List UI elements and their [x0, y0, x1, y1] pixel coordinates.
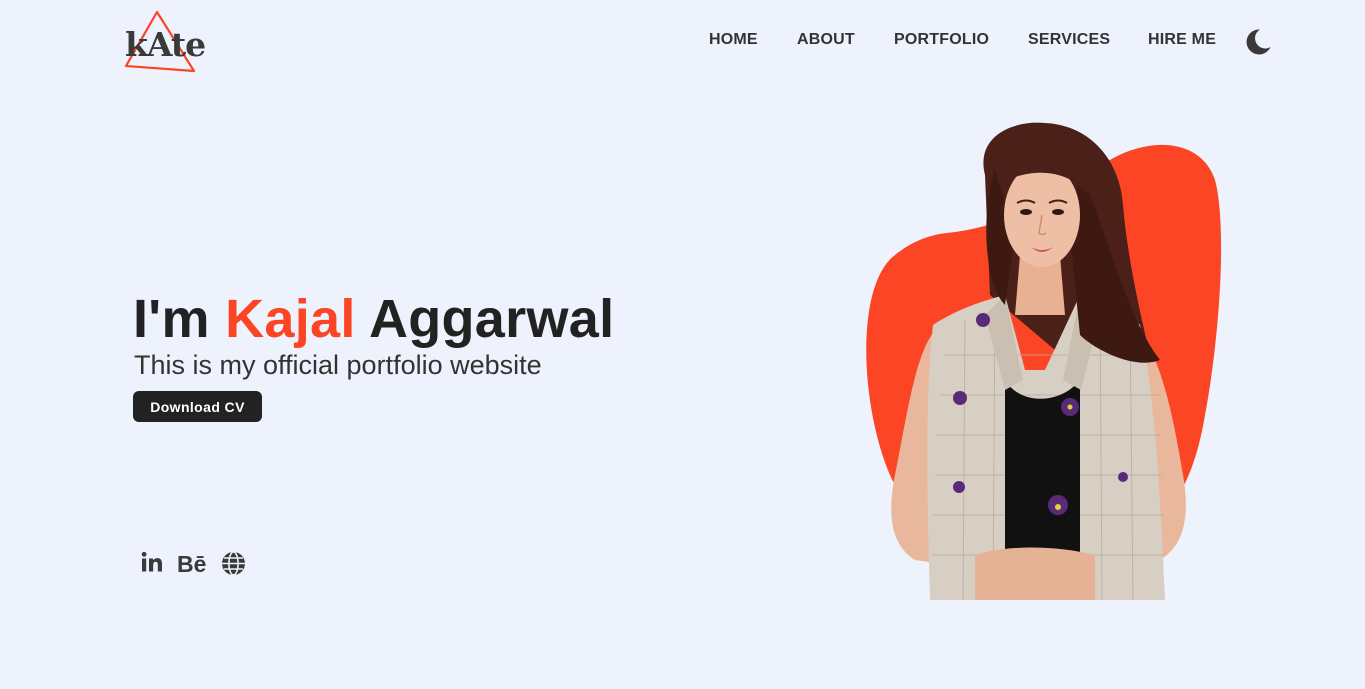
moon-icon — [1246, 29, 1271, 55]
linkedin-icon — [141, 551, 162, 572]
download-cv-button[interactable]: Download CV — [133, 391, 262, 422]
behance-link[interactable]: Bē — [177, 551, 206, 577]
site-logo[interactable]: kAte — [122, 8, 208, 76]
nav-item-portfolio[interactable]: PORTFOLIO — [894, 31, 989, 49]
website-link[interactable] — [221, 551, 246, 581]
portrait-photo — [866, 122, 1222, 601]
linkedin-link[interactable] — [140, 550, 164, 579]
logo-text: kAte — [125, 25, 206, 64]
nav-item-about[interactable]: ABOUT — [797, 31, 855, 49]
nav-item-home[interactable]: HOME — [709, 31, 758, 49]
theme-toggle-button[interactable] — [1243, 27, 1273, 57]
hero-title: I'm Kajal Aggarwal — [133, 288, 614, 350]
hero-last-name: Aggarwal — [355, 289, 615, 349]
hero-subtitle: This is my official portfolio website — [134, 350, 542, 380]
nav-item-hire-me[interactable]: HIRE ME — [1148, 31, 1216, 49]
hero-greeting: I'm — [133, 289, 226, 349]
globe-icon — [222, 551, 245, 576]
nav-item-services[interactable]: SERVICES — [1028, 31, 1110, 49]
hero-first-name: Kajal — [225, 289, 356, 349]
hero-portrait — [855, 115, 1225, 605]
